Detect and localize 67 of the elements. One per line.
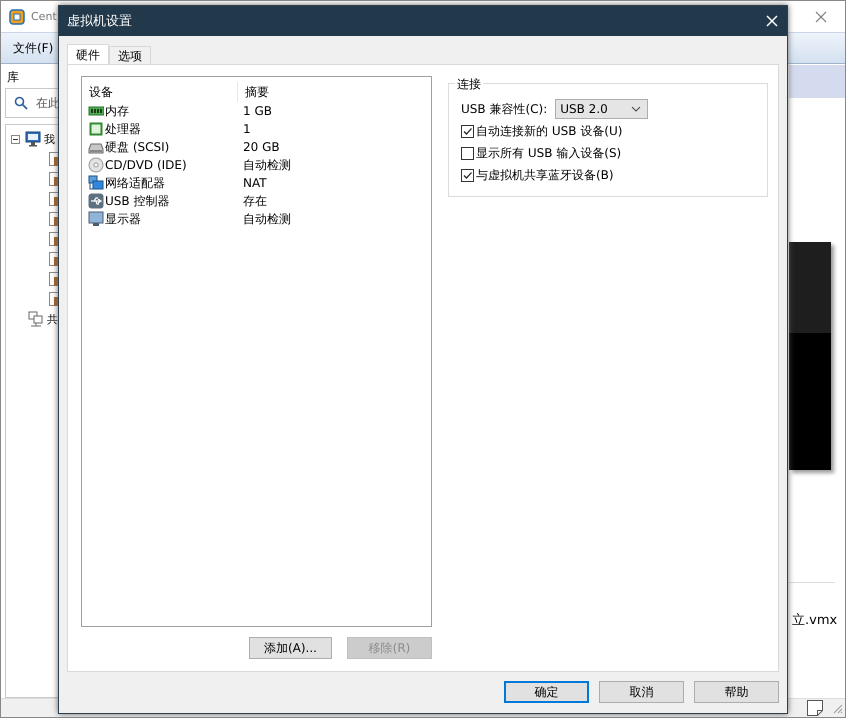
device-name: 内存 [105, 102, 129, 120]
close-icon [815, 10, 827, 22]
tab[interactable]: 硬件 [67, 44, 109, 64]
device-row[interactable]: 处理器 1 [82, 120, 431, 138]
tab[interactable]: 选项 [109, 46, 151, 64]
group-title: 连接 [455, 76, 483, 93]
disc-icon [88, 157, 104, 173]
device-summary: 自动检测 [242, 156, 291, 174]
processor-icon [88, 121, 104, 137]
computer-icon [25, 131, 41, 147]
resize-grip-icon [831, 702, 843, 714]
column-header[interactable]: 设备 [82, 82, 238, 102]
list-button[interactable]: 添加(A)... [248, 637, 332, 659]
dialog-title: 虚拟机设置 [67, 13, 133, 30]
device-summary: NAT [242, 176, 267, 190]
dialog-button[interactable]: 帮助 [694, 681, 779, 703]
app-title: Cent [31, 10, 57, 23]
device-row[interactable]: USB 控制器 存在 [82, 192, 431, 210]
search-icon [14, 96, 28, 110]
device-summary: 1 [242, 122, 251, 136]
device-name: CD/DVD (IDE) [105, 158, 187, 172]
network-monitors-icon [88, 175, 104, 191]
device-row[interactable]: 显示器 自动检测 [82, 210, 431, 228]
device-name: 处理器 [105, 120, 141, 138]
virtual-machine-icon [49, 211, 59, 227]
virtual-machine-icon [49, 151, 59, 167]
checkbox[interactable] [461, 124, 474, 138]
tree-item[interactable]: 共 [47, 312, 58, 326]
device-row[interactable]: 内存 1 GB [82, 102, 431, 120]
chevron-down-icon [631, 106, 642, 112]
virtual-machine-icon [49, 291, 59, 307]
virtual-machine-icon [49, 271, 59, 287]
device-row[interactable]: 网络适配器 NAT [82, 174, 431, 192]
shared-computers-icon [28, 311, 44, 327]
field-label: USB 兼容性(C): [461, 100, 548, 118]
device-row[interactable]: 硬盘 (SCSI) 20 GB [82, 138, 431, 156]
virtual-machine-icon [49, 251, 59, 267]
checkbox-label: 与虚拟机共享蓝牙设备(B) [476, 166, 614, 184]
checkbox-label: 自动连接新的 USB 设备(U) [476, 122, 622, 140]
menu-item[interactable]: 文件(F) [13, 40, 54, 56]
device-name: USB 控制器 [105, 192, 170, 210]
device-summary: 存在 [242, 192, 267, 210]
file-name: 立.vmx [792, 612, 838, 629]
checkbox-label: 显示所有 USB 输入设备(S) [476, 144, 622, 162]
tree-item[interactable]: 我 [44, 132, 55, 146]
device-name: 显示器 [105, 210, 141, 228]
column-header[interactable]: 摘要 [238, 84, 269, 100]
collapse-icon[interactable] [11, 134, 20, 144]
virtual-machine-icon [49, 171, 59, 187]
virtual-machine-icon [49, 231, 59, 247]
virtual-machine-icon [49, 191, 59, 207]
dialog-button[interactable]: 取消 [599, 681, 684, 703]
usb-compat-dropdown[interactable]: USB 2.0 [555, 99, 648, 119]
usb-icon [88, 193, 104, 209]
library-title: 库 [6, 69, 20, 86]
device-summary: 20 GB [242, 140, 280, 154]
dialog-button[interactable]: 确定 [504, 681, 589, 703]
device-name: 硬盘 (SCSI) [105, 138, 170, 156]
device-summary: 自动检测 [242, 210, 291, 228]
device-name: 网络适配器 [105, 174, 165, 192]
close-icon [766, 15, 778, 27]
device-summary: 1 GB [242, 104, 272, 118]
app-logo-icon [9, 8, 25, 24]
monitor-icon [88, 211, 104, 227]
checkbox[interactable] [461, 146, 474, 160]
checkbox[interactable] [461, 168, 474, 182]
device-row[interactable]: CD/DVD (IDE) 自动检测 [82, 156, 431, 174]
